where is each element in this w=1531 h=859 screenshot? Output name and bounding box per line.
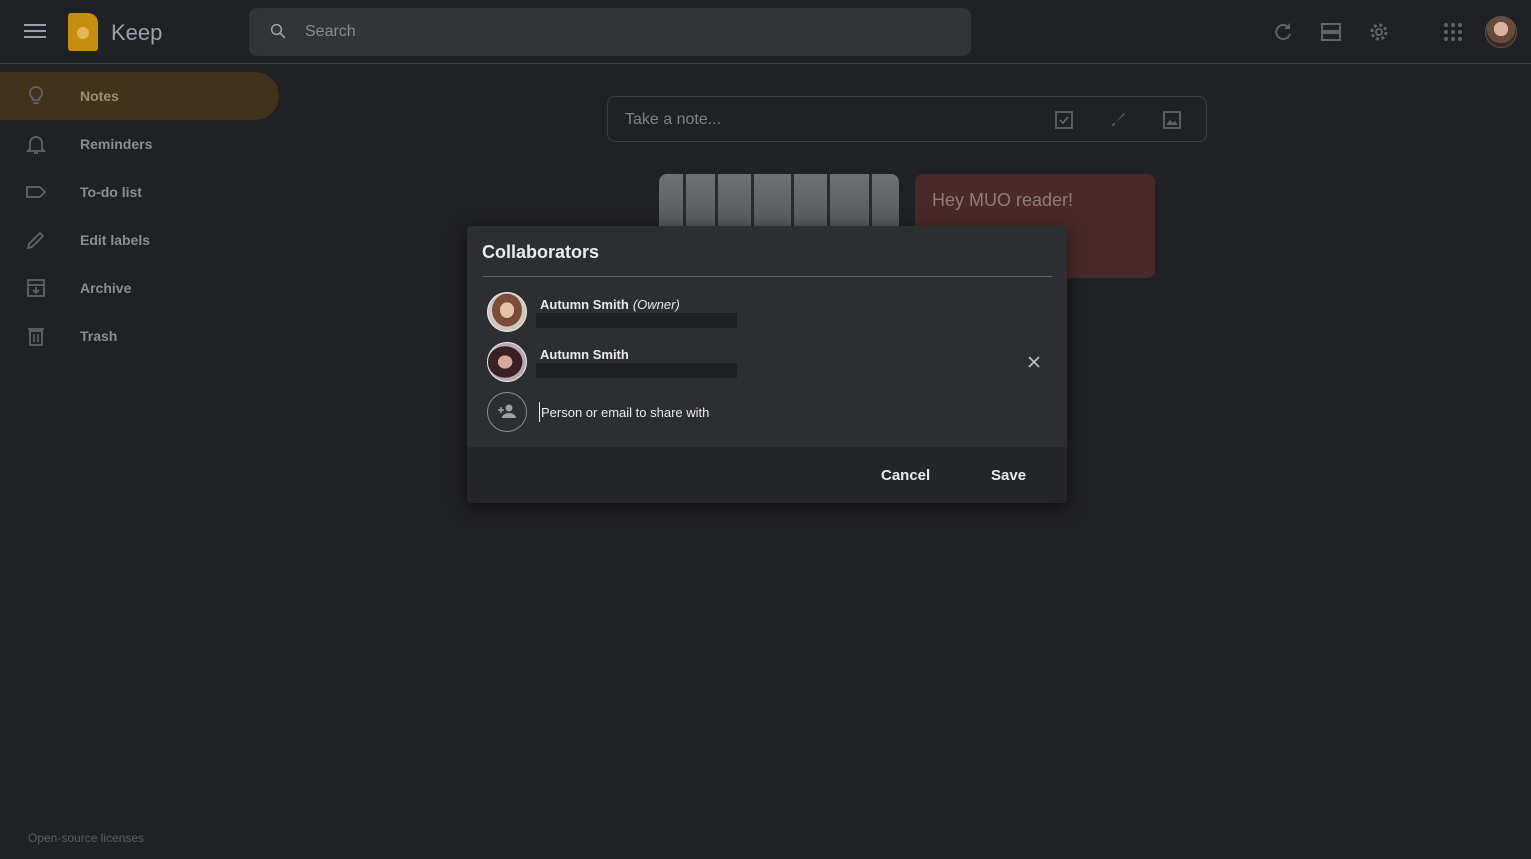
bell-icon	[25, 136, 47, 154]
apps-icon[interactable]	[1441, 20, 1465, 44]
settings-icon[interactable]	[1367, 20, 1391, 44]
sidebar-item-label: Notes	[80, 88, 119, 104]
collaborator-role: (Owner)	[632, 297, 680, 312]
add-person-icon	[498, 404, 516, 418]
collaborator-name: Autumn Smith (Owner)	[540, 297, 680, 312]
sidebar-item-label: Edit labels	[80, 232, 151, 248]
image-icon[interactable]	[1160, 108, 1184, 132]
note-card-image[interactable]	[659, 174, 899, 230]
take-note-bar[interactable]: Take a note...	[607, 96, 1207, 142]
sidebar-item-trash[interactable]: Trash	[0, 312, 280, 360]
sidebar-item-edit-labels[interactable]: Edit labels	[0, 216, 280, 264]
search-bar[interactable]	[249, 8, 971, 56]
lightbulb-icon	[29, 86, 43, 104]
sidebar-item-reminders[interactable]: Reminders	[0, 120, 280, 168]
sidebar-item-label: Archive	[80, 280, 132, 296]
app-title[interactable]: Keep	[111, 20, 162, 46]
label-icon	[26, 186, 47, 198]
sidebar-item-label: To-do list	[80, 184, 142, 200]
search-input[interactable]	[305, 8, 945, 56]
list-view-icon[interactable]	[1319, 20, 1343, 44]
dialog-divider	[482, 276, 1052, 277]
checkbox-icon[interactable]	[1052, 108, 1076, 132]
keep-logo-icon[interactable]	[68, 13, 98, 51]
sidebar-item-label: Trash	[80, 328, 118, 344]
sidebar-item-todo-list[interactable]: To-do list	[0, 168, 280, 216]
collaborator-avatar	[487, 342, 527, 382]
cancel-button[interactable]: Cancel	[881, 461, 930, 489]
share-email-input[interactable]	[539, 402, 1019, 422]
collaborator-avatar	[487, 292, 527, 332]
note-title: Hey MUO reader!	[932, 190, 1074, 210]
dialog-title: Collaborators	[482, 242, 600, 262]
dialog-footer: Cancel Save	[467, 447, 1067, 503]
collaborator-name-text: Autumn Smith	[540, 297, 629, 312]
account-avatar[interactable]	[1485, 16, 1517, 48]
close-icon[interactable]	[1026, 354, 1042, 370]
redacted-email	[536, 313, 737, 328]
app-header: Keep	[0, 0, 1531, 64]
archive-icon	[27, 279, 45, 297]
redacted-email	[536, 363, 737, 378]
menu-icon[interactable]	[24, 20, 46, 44]
refresh-icon[interactable]	[1271, 20, 1295, 44]
trash-icon	[28, 328, 44, 346]
collaborator-row: Autumn Smith	[487, 342, 1047, 384]
collaborators-dialog: Collaborators Autumn Smith (Owner) Autumn…	[467, 226, 1067, 503]
open-source-licenses-link[interactable]: Open-source licenses	[28, 831, 144, 845]
collaborator-row: Autumn Smith (Owner)	[487, 292, 1047, 334]
pencil-icon	[26, 231, 45, 250]
add-collaborator-row	[487, 392, 1047, 434]
sidebar: Notes Reminders To-do list Edit labels A…	[0, 72, 280, 360]
sidebar-item-archive[interactable]: Archive	[0, 264, 280, 312]
collaborator-name: Autumn Smith	[540, 347, 629, 362]
search-icon[interactable]	[269, 22, 287, 40]
collaborator-name-text: Autumn Smith	[540, 347, 629, 362]
add-person-avatar	[487, 392, 527, 432]
sidebar-item-label: Reminders	[80, 136, 153, 152]
save-button[interactable]: Save	[991, 461, 1026, 489]
brush-icon[interactable]	[1106, 108, 1130, 132]
take-note-placeholder: Take a note...	[625, 111, 722, 128]
sidebar-item-notes[interactable]: Notes	[0, 72, 279, 120]
